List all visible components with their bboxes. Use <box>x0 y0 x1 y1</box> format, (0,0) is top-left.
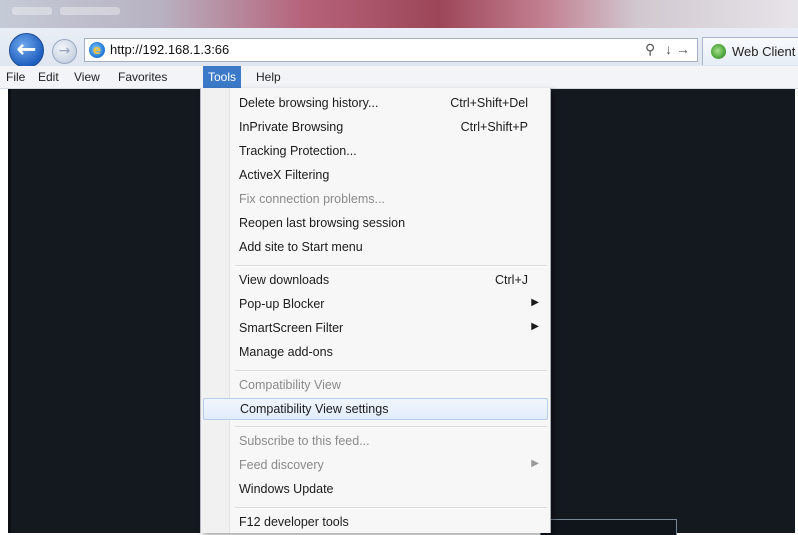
tools-dropdown-menu: Delete browsing history... Ctrl+Shift+De… <box>200 88 551 533</box>
menu-item-inprivate[interactable]: InPrivate Browsing Ctrl+Shift+P <box>203 117 548 139</box>
menu-item-label: Pop-up Blocker <box>239 297 325 311</box>
menu-item-label: Compatibility View <box>239 378 341 392</box>
menu-item-label: Reopen last browsing session <box>239 216 406 230</box>
search-icon[interactable]: ⚲ <box>645 41 655 57</box>
menu-item-label: View downloads <box>239 273 330 287</box>
menu-view[interactable]: View <box>74 70 100 84</box>
menu-item-label: Delete browsing history... <box>239 96 379 110</box>
back-button[interactable]: ← <box>9 33 44 68</box>
menu-edit[interactable]: Edit <box>38 70 59 84</box>
menu-item-shortcut: Ctrl+J <box>495 273 528 287</box>
menu-item-label: InPrivate Browsing <box>239 120 344 134</box>
menu-item-label: Fix connection problems... <box>239 192 385 206</box>
menu-help[interactable]: Help <box>256 70 281 84</box>
menu-item-tracking-protection[interactable]: Tracking Protection... <box>203 141 548 163</box>
menu-item-subscribe-feed: Subscribe to this feed... <box>203 431 548 453</box>
menu-item-reopen-session[interactable]: Reopen last browsing session <box>203 213 548 235</box>
submenu-arrow-icon: ▶ <box>531 321 539 332</box>
back-arrow-icon: ← <box>16 35 37 63</box>
forward-button[interactable]: → <box>52 39 77 64</box>
menu-separator <box>235 265 547 267</box>
window-titlebar <box>0 0 798 30</box>
menu-item-activex-filtering[interactable]: ActiveX Filtering <box>203 165 548 187</box>
submenu-arrow-icon: ▶ <box>531 458 539 469</box>
menu-item-fix-connection: Fix connection problems... <box>203 189 548 211</box>
menu-item-popup-blocker[interactable]: Pop-up Blocker ▶ <box>203 294 548 316</box>
content-edge <box>8 89 11 533</box>
menu-item-label: Compatibility View settings <box>240 402 389 416</box>
titlebar-ghost <box>60 7 120 15</box>
menu-separator <box>235 370 547 372</box>
menu-item-add-start-menu[interactable]: Add site to Start menu <box>203 237 548 259</box>
titlebar-ghost <box>12 7 52 15</box>
url-text[interactable]: http://192.168.1.3:66 <box>110 42 229 57</box>
menu-item-label: SmartScreen Filter <box>239 321 344 335</box>
menu-item-label: Tracking Protection... <box>239 144 357 158</box>
address-controls: ⚲ ↓ → <box>645 41 696 58</box>
menu-bar: File Edit View Favorites Tools Help <box>0 66 798 89</box>
menu-item-shortcut: Ctrl+Shift+P <box>460 120 528 134</box>
menu-item-feed-discovery: Feed discovery ▶ <box>203 455 548 477</box>
menu-item-view-downloads[interactable]: View downloads Ctrl+J <box>203 270 548 292</box>
menu-item-windows-update[interactable]: Windows Update <box>203 479 548 501</box>
menu-item-f12-tools[interactable]: F12 developer tools <box>203 512 548 534</box>
address-field[interactable]: e http://192.168.1.3:66 ⚲ ↓ → <box>84 38 698 62</box>
menu-item-label: Subscribe to this feed... <box>239 434 370 448</box>
menu-favorites[interactable]: Favorites <box>118 70 167 84</box>
menu-item-label: ActiveX Filtering <box>239 168 330 182</box>
forward-arrow-icon: → <box>58 43 71 59</box>
menu-item-smartscreen[interactable]: SmartScreen Filter ▶ <box>203 318 548 340</box>
menu-item-manage-addons[interactable]: Manage add-ons <box>203 342 548 364</box>
menu-item-delete-history[interactable]: Delete browsing history... Ctrl+Shift+De… <box>203 93 548 115</box>
ie-page-icon: e <box>89 42 105 58</box>
menu-item-compatibility-view: Compatibility View <box>203 375 548 397</box>
menu-item-label: Windows Update <box>239 482 334 496</box>
menu-item-label: Feed discovery <box>239 458 324 472</box>
ie-tab-icon <box>711 44 726 59</box>
menu-item-label: Add site to Start menu <box>239 240 363 254</box>
browser-tab[interactable]: Web Client <box>702 37 798 65</box>
submenu-arrow-icon: ▶ <box>531 297 539 308</box>
menu-item-compatibility-settings[interactable]: Compatibility View settings <box>203 398 548 420</box>
menu-tools[interactable]: Tools <box>203 66 242 88</box>
menu-file[interactable]: File <box>6 70 25 84</box>
menu-item-shortcut: Ctrl+Shift+Del <box>450 96 528 110</box>
menu-separator <box>235 507 547 509</box>
tab-title: Web Client <box>732 44 796 59</box>
search-dropdown-arrows[interactable]: ↓ → <box>665 41 690 57</box>
menu-separator <box>235 426 547 428</box>
menu-item-label: F12 developer tools <box>239 515 349 529</box>
menu-item-label: Manage add-ons <box>239 345 333 359</box>
